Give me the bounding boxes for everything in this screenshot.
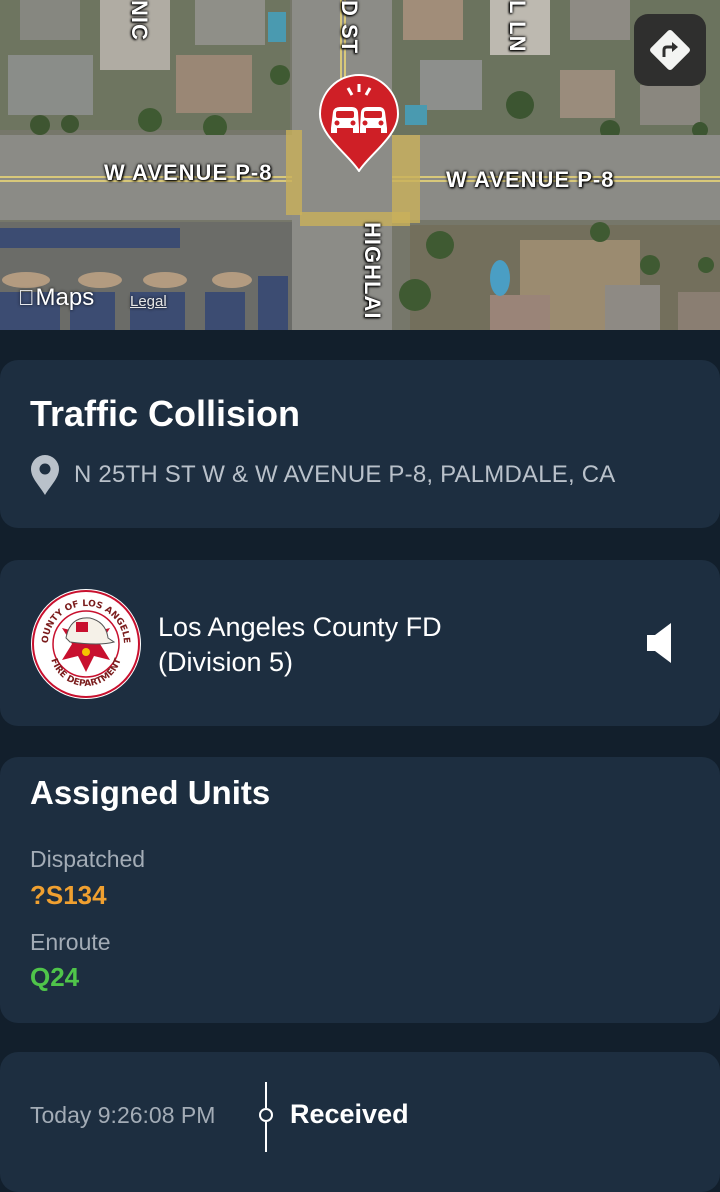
street-label-nic: NIC [127,0,152,41]
incident-address: N 25TH ST W & W AVENUE P-8, PALMDALE, CA [74,461,616,488]
street-label-avenue-east: W AVENUE P-8 [446,167,615,192]
speaker-icon[interactable] [646,622,674,664]
agency-name: Los Angeles County FD (Division 5) [158,610,442,680]
la-county-fire-logo: COUNTY OF LOS ANGELES FIRE DEPARTMENT [30,588,141,699]
incident-location[interactable]: N 25TH ST W & W AVENUE P-8, PALMDALE, CA [30,454,615,496]
maps-brand-label: Maps [19,284,95,311]
apple-maps-logo:  Maps [18,284,94,312]
unit-status-enroute: Enroute [30,929,111,955]
unit-id-dispatched[interactable]: ?S134 [30,880,107,911]
assigned-units-title: Assigned Units [30,774,271,811]
directions-button[interactable] [634,14,706,86]
apple-logo-icon:  [18,285,35,311]
incident-map[interactable]: W AVENUE P-8 W AVENUE P-8 NIC D ST L LN … [0,0,720,330]
incident-title: Traffic Collision [30,393,301,434]
location-pin-icon [31,455,59,495]
incident-card [0,360,720,528]
unit-id-enroute[interactable]: Q24 [30,962,79,993]
street-label-l-ln: L LN [505,0,530,53]
street-label-highland: HIGHLAI [360,222,385,320]
legal-link[interactable]: Legal [130,293,167,310]
street-label-avenue-west: W AVENUE P-8 [104,160,273,185]
event-timestamp: Today 9:26:08 PM [30,1102,216,1128]
timeline-node-icon [259,1082,273,1152]
street-label-d-st: D ST [337,0,362,55]
car-collision-pin-icon[interactable] [318,74,400,172]
event-label: Received [290,1099,409,1129]
unit-status-dispatched: Dispatched [30,846,146,872]
agency-name-line2: (Division 5) [158,647,294,677]
directions-icon [650,30,690,70]
agency-name-line1: Los Angeles County FD [158,612,442,642]
